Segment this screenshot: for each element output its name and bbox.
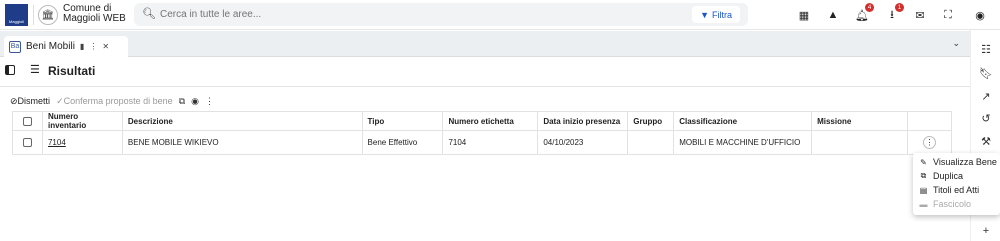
org-name: Comune di Maggioli WEB	[63, 3, 126, 24]
filter-button[interactable]: ▼ Filtra	[692, 6, 740, 23]
tab-label: Beni Mobili	[26, 41, 75, 52]
dismetti-button[interactable]: ⊘Dismetti	[10, 96, 50, 107]
row-checkbox[interactable]	[22, 138, 32, 148]
divider	[33, 5, 34, 25]
search-icon: 🔍︎	[142, 8, 156, 20]
table-header-row: Numero inventario Descrizione Tipo Numer…	[12, 111, 953, 131]
bookmarks-icon[interactable]: 🔖︎	[978, 65, 994, 81]
pencil-icon: ✎	[920, 157, 927, 167]
menu-item-visualizza-bene[interactable]: ✎ Visualizza Bene	[913, 155, 1000, 169]
filter-icon: ▼	[700, 9, 709, 20]
warning-icon[interactable]: ▲	[825, 7, 841, 23]
column-header[interactable]: Gruppo	[627, 111, 675, 131]
column-header[interactable]: Tipo	[361, 111, 444, 131]
history-icon[interactable]: ↺	[978, 110, 994, 126]
list-settings-icon[interactable]: ☷	[978, 41, 994, 57]
select-all-checkbox[interactable]	[22, 116, 32, 126]
copy-icon: ⧉	[920, 171, 927, 180]
municipality-logo[interactable]: Maggioli	[5, 4, 28, 26]
label-number-cell: 7104	[442, 130, 539, 155]
menu-item-fascicolo: ▬ Fascicolo	[919, 199, 972, 209]
tab-beni-mobili[interactable]: Ba Beni Mobili ▮ ⋮ ✕	[4, 36, 128, 57]
mission-cell	[811, 130, 908, 155]
column-header[interactable]: Numero etichetta	[442, 111, 539, 131]
chevron-down-icon[interactable]: ⌄	[952, 38, 960, 49]
conferma-button[interactable]: ✓Conferma proposte di bene	[56, 96, 173, 107]
type-cell: Bene Effettivo	[361, 130, 444, 155]
module-icon: Ba	[9, 40, 21, 53]
tools-icon[interactable]: ⚒	[978, 133, 994, 149]
copy-icon[interactable]: ⧉	[179, 96, 185, 107]
column-header[interactable]: Numero inventario	[41, 111, 123, 131]
trend-icon[interactable]: ↗	[978, 88, 994, 104]
menu-item-duplica[interactable]: ⧉ Duplica	[913, 169, 1000, 183]
menu-item-titoli-ed-atti[interactable]: ▤ Titoli ed Atti	[913, 183, 1000, 197]
column-header[interactable]: Missione	[811, 111, 908, 131]
eye-icon[interactable]: ◉	[191, 96, 199, 107]
group-cell	[627, 130, 675, 155]
search-input[interactable]	[160, 7, 560, 22]
document-icon: ▤	[919, 185, 928, 195]
bell-icon[interactable]: 🔔︎ 4	[854, 3, 874, 23]
list-icon: ☰	[30, 64, 40, 76]
bookmark-icon[interactable]: ▮	[80, 42, 84, 51]
column-header[interactable]: Classificazione	[673, 111, 813, 131]
divider	[0, 86, 970, 87]
mail-icon[interactable]: ✉	[912, 7, 928, 23]
page-title: Risultati	[48, 64, 96, 78]
notification-badge: 4	[865, 3, 874, 12]
inventory-number-link[interactable]: 7104	[48, 138, 66, 147]
folder-icon: ▬	[919, 199, 928, 209]
apps-grid-icon[interactable]: ▦	[796, 7, 812, 23]
classification-cell: MOBILI E MACCHINE D'UFFICIO	[673, 130, 813, 155]
results-table: Numero inventario Descrizione Tipo Numer…	[12, 111, 953, 155]
more-vert-icon[interactable]: ⋮	[89, 42, 97, 51]
top-bar: Maggioli 🏛︎ Comune di Maggioli WEB 🔍︎ ▼ …	[0, 0, 1000, 30]
download-badge: 1	[895, 3, 904, 12]
column-header[interactable]: Descrizione	[121, 111, 363, 131]
global-search: 🔍︎ ▼ Filtra	[134, 3, 748, 26]
results-header: ☰ Risultati	[0, 60, 970, 82]
building-icon[interactable]: 🏛︎	[38, 5, 58, 25]
account-icon[interactable]: ◉	[972, 7, 988, 23]
side-panel-icon[interactable]	[5, 65, 15, 75]
tab-strip: Ba Beni Mobili ▮ ⋮ ✕ ⌄	[0, 31, 970, 57]
add-icon[interactable]: +	[978, 223, 994, 239]
close-icon[interactable]: ✕	[102, 42, 109, 51]
more-vert-icon[interactable]: ⋮	[205, 96, 214, 107]
description-cell: BENE MOBILE WIKIEVO	[121, 130, 363, 155]
column-header[interactable]: Data inizio presenza	[537, 111, 629, 131]
download-icon[interactable]: ⭳ 1	[884, 3, 904, 23]
row-context-menu: ✎ Visualizza Bene ⧉ Duplica ▤ Titoli ed …	[913, 153, 1000, 215]
start-date-cell: 04/10/2023	[537, 130, 629, 155]
table-row[interactable]: 7104 BENE MOBILE WIKIEVO Bene Effettivo …	[12, 130, 953, 155]
row-actions-button[interactable]: ⋮	[922, 136, 936, 149]
results-toolbar: ⊘Dismetti ✓Conferma proposte di bene ⧉ ◉…	[10, 94, 214, 108]
actions-column-header	[906, 111, 953, 131]
fullscreen-icon[interactable]: ⛶	[940, 7, 956, 23]
